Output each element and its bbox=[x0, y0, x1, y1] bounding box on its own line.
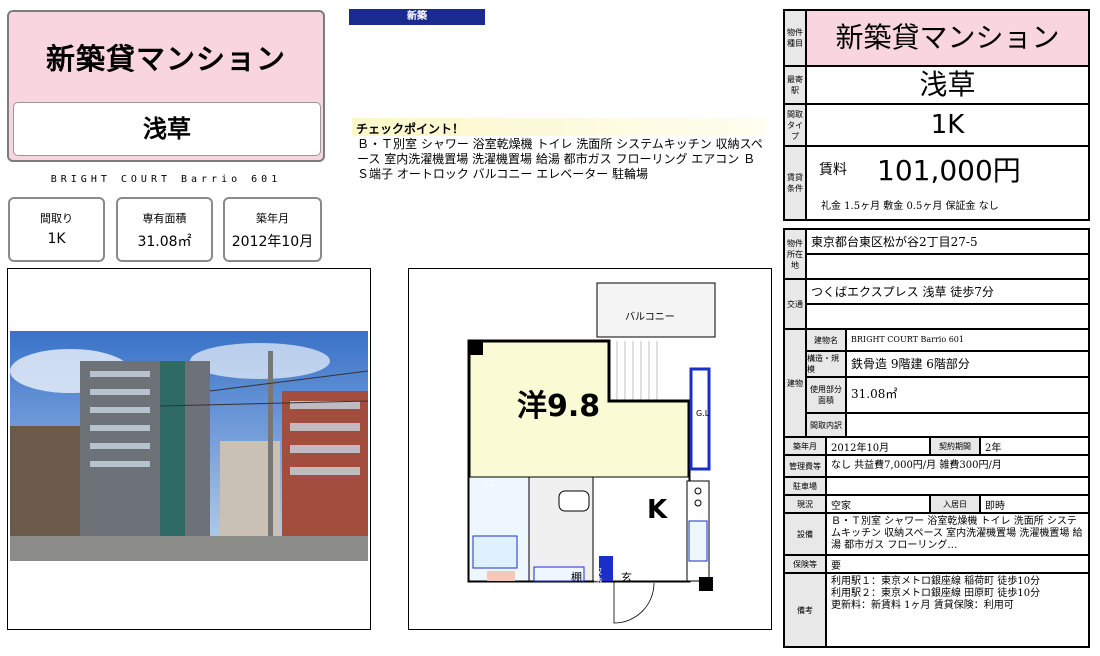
gl-label: G.L bbox=[696, 409, 710, 418]
storage-label: 収納 bbox=[594, 567, 602, 585]
layout-label: 間取タイプ bbox=[784, 104, 806, 146]
parking-value bbox=[826, 477, 1089, 495]
interior-label: 間取内訳 bbox=[806, 413, 846, 437]
stat-label: 築年月 bbox=[256, 212, 289, 225]
room-label: 洋9.8 bbox=[517, 389, 601, 424]
summary-panel: 物件種目 新築貸マンション 最寄駅 浅草 間取タイプ 1K 賃貸条件 賃料 10… bbox=[783, 9, 1090, 221]
mgmt-value: なし 共益費7,000円/月 雑費300円/月 bbox=[826, 455, 1089, 477]
kitchen-label: K bbox=[647, 495, 668, 525]
station-label: 最寄駅 bbox=[784, 66, 806, 104]
terms-label: 賃貸条件 bbox=[784, 146, 806, 220]
remarks-label: 備考 bbox=[784, 573, 826, 647]
building-label: 建物 bbox=[784, 329, 806, 437]
area-value: 31.08㎡ bbox=[846, 377, 1089, 413]
insurance-label: 保険等 bbox=[784, 555, 826, 573]
title-card: 新築貸マンション 浅草 bbox=[7, 10, 325, 162]
type-label: 物件種目 bbox=[784, 10, 806, 66]
built-value: 2012年10月 bbox=[826, 437, 930, 455]
address-label: 物件所在地 bbox=[784, 229, 806, 279]
details-panel: 物件所在地 東京都台東区松が谷2丁目27-5 交通 つくばエクスプレス 浅草 徒… bbox=[783, 228, 1090, 648]
rent-value: 101,000円 bbox=[877, 154, 1021, 187]
status-value: 空家 bbox=[826, 495, 930, 513]
mgmt-label: 管理費等 bbox=[784, 455, 826, 477]
transport-blank bbox=[806, 304, 1089, 329]
building-name-label: 建物名 bbox=[806, 329, 846, 351]
remarks-line: 利用駅１：東京メトロ銀座線 稲荷町 徒歩10分 bbox=[831, 576, 1041, 587]
move-label: 入居日 bbox=[930, 495, 980, 513]
building-name-value: BRIGHT COURT Barrio 601 bbox=[846, 329, 1089, 351]
new-badge: 新築 bbox=[349, 9, 485, 25]
stat-value: 2012年10月 bbox=[231, 234, 314, 250]
move-value: 即時 bbox=[980, 495, 1089, 513]
equip-value: Ｂ・Ｔ別室 シャワー 浴室乾燥機 トイレ 洗面所 システムキッチン 収納スペース… bbox=[826, 513, 1089, 555]
stat-built: 築年月 2012年10月 bbox=[223, 197, 322, 262]
checkpoint-heading: チェックポイント！ bbox=[352, 118, 767, 136]
contract-label: 契約期間 bbox=[930, 437, 980, 455]
floorplan-frame: バルコニー 洋9.8 K CL G.L 玄 棚 収納 bbox=[408, 268, 772, 630]
entrance-label: 玄 bbox=[621, 571, 632, 584]
structure-label: 構造・規模 bbox=[806, 351, 846, 377]
contract-value: 2年 bbox=[980, 437, 1089, 455]
terms-cell: 賃料 101,000円 礼金 1.5ヶ月 敷金 0.5ヶ月 保証金 なし bbox=[806, 146, 1089, 220]
built-label: 築年月 bbox=[784, 437, 826, 455]
fees-text: 礼金 1.5ヶ月 敷金 0.5ヶ月 保証金 なし bbox=[821, 201, 999, 212]
transport-value: つくばエクスプレス 浅草 徒歩7分 bbox=[806, 279, 1089, 304]
structure-value: 鉄骨造 9階建 6階部分 bbox=[846, 351, 1089, 377]
closet-label: CL bbox=[485, 479, 496, 488]
address-value: 東京都台東区松が谷2丁目27-5 bbox=[806, 229, 1089, 254]
stat-label: 間取り bbox=[40, 212, 73, 225]
status-label: 現況 bbox=[784, 495, 826, 513]
shelf-label: 棚 bbox=[571, 571, 582, 584]
stat-value: 31.08㎡ bbox=[137, 234, 192, 250]
transport-label: 交通 bbox=[784, 279, 806, 329]
equip-label: 設備 bbox=[784, 513, 826, 555]
building-name: BRIGHT COURT Barrio 601 bbox=[50, 174, 282, 185]
rent-label: 賃料 bbox=[819, 162, 847, 178]
remarks-line: 利用駅２：東京メトロ銀座線 田原町 徒歩10分 bbox=[831, 588, 1041, 599]
remarks-line: 更新料：新賃料 1ヶ月 賃貸保険：利用可 bbox=[831, 600, 1014, 611]
interior-value bbox=[846, 413, 1089, 437]
building-photo bbox=[10, 331, 368, 561]
stat-layout: 間取り 1K bbox=[8, 197, 105, 262]
balcony-label: バルコニー bbox=[625, 312, 675, 323]
summary-type: 新築貸マンション bbox=[806, 10, 1089, 66]
insurance-value: 要 bbox=[826, 555, 1089, 573]
area-label: 使用部分面積 bbox=[806, 377, 846, 413]
remarks-cell: 利用駅１：東京メトロ銀座線 稲荷町 徒歩10分 利用駅２：東京メトロ銀座線 田原… bbox=[826, 573, 1089, 647]
summary-layout: 1K bbox=[806, 104, 1089, 146]
area-name: 浅草 bbox=[13, 102, 321, 156]
stat-label: 専有面積 bbox=[142, 212, 187, 225]
stat-area: 専有面積 31.08㎡ bbox=[116, 197, 213, 262]
address-blank bbox=[806, 254, 1089, 279]
stat-value: 1K bbox=[47, 231, 66, 247]
summary-station: 浅草 bbox=[806, 66, 1089, 104]
listing-heading: 新築貸マンション bbox=[45, 42, 286, 76]
photo-frame bbox=[7, 268, 371, 630]
checkpoint-body: Ｂ・Ｔ別室 シャワー 浴室乾燥機 トイレ 洗面所 システムキッチン 収納スペース… bbox=[357, 137, 763, 181]
parking-label: 駐車場 bbox=[784, 477, 826, 495]
